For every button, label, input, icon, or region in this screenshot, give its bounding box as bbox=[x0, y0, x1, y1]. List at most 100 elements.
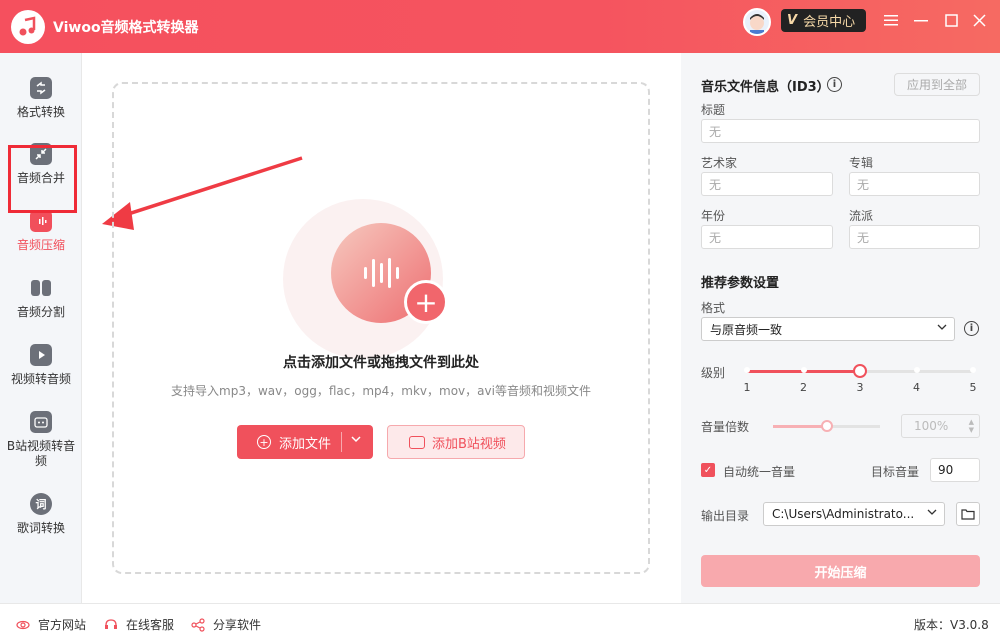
title-bar: Viwoo音频格式转换器 V 会员中心 bbox=[0, 0, 1000, 53]
chevron-down-icon bbox=[926, 506, 938, 521]
drop-zone-subtitle: 支持导入mp3，wav，ogg，flac，mp4，mkv，mov，avi等音频和… bbox=[171, 384, 591, 398]
format-label: 格式 bbox=[701, 301, 726, 315]
add-file-label: 添加文件 bbox=[279, 436, 332, 452]
level-label: 级别 bbox=[701, 366, 726, 380]
app-title: Viwoo音频格式转换器 bbox=[53, 20, 199, 36]
sidebar-item-lyrics[interactable]: 词 歌词转换 bbox=[0, 493, 82, 555]
format-select[interactable]: 与原音频一致 bbox=[701, 317, 955, 341]
footer-bar: 官方网站 在线客服 分享软件 版本：V3.0.8 bbox=[0, 603, 1000, 640]
year-label: 年份 bbox=[701, 209, 726, 223]
chevron-down-icon[interactable] bbox=[350, 433, 362, 448]
plus-circle-icon: + bbox=[257, 435, 271, 449]
sidebar-item-label: 音频压缩 bbox=[16, 238, 65, 252]
volume-slider-fill bbox=[773, 425, 827, 428]
add-file-button[interactable]: + 添加文件 bbox=[237, 425, 373, 459]
online-support-label: 在线客服 bbox=[126, 618, 175, 632]
title-field[interactable]: 无 bbox=[701, 119, 980, 143]
menu-icon[interactable] bbox=[880, 10, 902, 30]
volume-stepper[interactable]: 100% ▲ ▼ bbox=[901, 414, 980, 438]
add-bilibili-label: 添加B站视频 bbox=[432, 436, 506, 452]
sidebar-item-label: 音频分割 bbox=[16, 305, 65, 319]
format-convert-icon bbox=[30, 77, 52, 99]
sidebar-item-format-convert[interactable]: 格式转换 bbox=[0, 77, 82, 139]
volume-label: 音量倍数 bbox=[701, 420, 750, 434]
album-label: 专辑 bbox=[849, 156, 874, 170]
genre-label: 流派 bbox=[849, 209, 874, 223]
volume-stepper-value: 100% bbox=[914, 419, 949, 433]
official-website-link[interactable]: 官方网站 bbox=[16, 616, 86, 633]
output-dir-label: 输出目录 bbox=[701, 509, 750, 523]
globe-icon bbox=[16, 620, 30, 629]
info-icon[interactable]: i bbox=[827, 77, 842, 92]
artist-label: 艺术家 bbox=[701, 156, 738, 170]
start-compress-button[interactable]: 开始压缩 bbox=[701, 555, 980, 587]
share-icon bbox=[191, 617, 205, 632]
close-icon[interactable] bbox=[968, 10, 990, 30]
folder-browse-button[interactable] bbox=[956, 502, 980, 526]
format-select-value: 与原音频一致 bbox=[710, 322, 783, 337]
album-field[interactable]: 无 bbox=[849, 172, 980, 196]
video-to-audio-icon bbox=[30, 344, 52, 366]
id3-heading: 音乐文件信息（ID3） bbox=[701, 80, 830, 95]
vip-center-button[interactable]: V 会员中心 bbox=[781, 9, 866, 32]
drop-zone-title: 点击添加文件或拖拽文件到此处 bbox=[283, 355, 479, 371]
level-tick-dot bbox=[800, 367, 807, 373]
version-text: 版本：V3.0.8 bbox=[914, 618, 989, 632]
add-bilibili-video-button[interactable]: 添加B站视频 bbox=[387, 425, 525, 459]
split-icon bbox=[30, 277, 52, 299]
sidebar-item-label: B站视频转音频 bbox=[6, 439, 76, 468]
sidebar-item-label: 视频转音频 bbox=[10, 372, 71, 386]
output-dir-value: C:\Users\Administrato... bbox=[772, 507, 915, 521]
chevron-down-icon bbox=[936, 321, 948, 336]
apply-all-button[interactable]: 应用到全部 bbox=[894, 73, 980, 96]
lyrics-icon: 词 bbox=[30, 493, 52, 515]
button-divider bbox=[341, 432, 342, 452]
stepper-arrows-icon[interactable]: ▲ ▼ bbox=[969, 418, 974, 434]
auto-volume-label: 自动统一音量 bbox=[723, 465, 796, 479]
compress-icon bbox=[30, 210, 52, 232]
target-volume-field[interactable]: 90 bbox=[930, 458, 980, 482]
volume-slider-handle[interactable] bbox=[820, 420, 833, 432]
level-tick-dot bbox=[970, 367, 976, 373]
format-info-icon[interactable]: i bbox=[964, 321, 979, 336]
level-tick-label: 1 bbox=[743, 381, 751, 394]
title-label: 标题 bbox=[701, 103, 726, 117]
official-website-label: 官方网站 bbox=[38, 618, 87, 632]
params-heading: 推荐参数设置 bbox=[701, 276, 780, 291]
bilibili-tv-icon bbox=[409, 435, 425, 449]
level-slider-handle[interactable] bbox=[853, 364, 867, 378]
minimize-icon[interactable] bbox=[910, 10, 932, 30]
level-tick-dot bbox=[913, 367, 920, 373]
genre-field[interactable]: 无 bbox=[849, 225, 980, 249]
level-tick-label: 3 bbox=[856, 381, 864, 394]
sidebar-item-audio-split[interactable]: 音频分割 bbox=[0, 277, 82, 339]
auto-volume-checkbox[interactable]: ✓ bbox=[701, 463, 715, 477]
sidebar-item-bilibili[interactable]: B站视频转音频 bbox=[0, 411, 82, 473]
vip-badge-icon: V bbox=[787, 13, 798, 28]
highlight-box bbox=[8, 145, 77, 213]
artist-field[interactable]: 无 bbox=[701, 172, 833, 196]
sidebar-item-video-to-audio[interactable]: 视频转音频 bbox=[0, 344, 82, 406]
year-field[interactable]: 无 bbox=[701, 225, 833, 249]
share-software-link[interactable]: 分享软件 bbox=[191, 616, 261, 633]
volume-slider[interactable] bbox=[773, 420, 880, 432]
level-tick-label: 4 bbox=[913, 381, 920, 394]
sidebar-item-audio-compress[interactable]: 音频压缩 bbox=[0, 210, 82, 272]
maximize-icon[interactable] bbox=[940, 10, 962, 30]
bilibili-icon bbox=[30, 411, 52, 433]
level-slider[interactable] bbox=[744, 364, 976, 378]
app-logo-icon bbox=[11, 10, 45, 44]
sidebar-item-label: 格式转换 bbox=[16, 105, 65, 119]
output-dir-select[interactable]: C:\Users\Administrato... bbox=[763, 502, 945, 526]
online-support-link[interactable]: 在线客服 bbox=[104, 616, 174, 633]
add-plus-icon[interactable]: + bbox=[404, 280, 448, 324]
target-volume-label: 目标音量 bbox=[871, 465, 920, 479]
share-software-label: 分享软件 bbox=[213, 618, 262, 632]
level-tick-dot bbox=[744, 367, 750, 373]
level-tick-label: 5 bbox=[969, 381, 977, 394]
avatar[interactable] bbox=[743, 8, 771, 36]
sidebar: 格式转换 音频合并 音频压缩 音频分割 视频转音频 B站视频转音频 词 歌词转换 bbox=[0, 53, 82, 603]
vip-center-label: 会员中心 bbox=[803, 15, 856, 30]
sidebar-item-label: 歌词转换 bbox=[16, 521, 65, 535]
folder-icon bbox=[961, 509, 975, 520]
